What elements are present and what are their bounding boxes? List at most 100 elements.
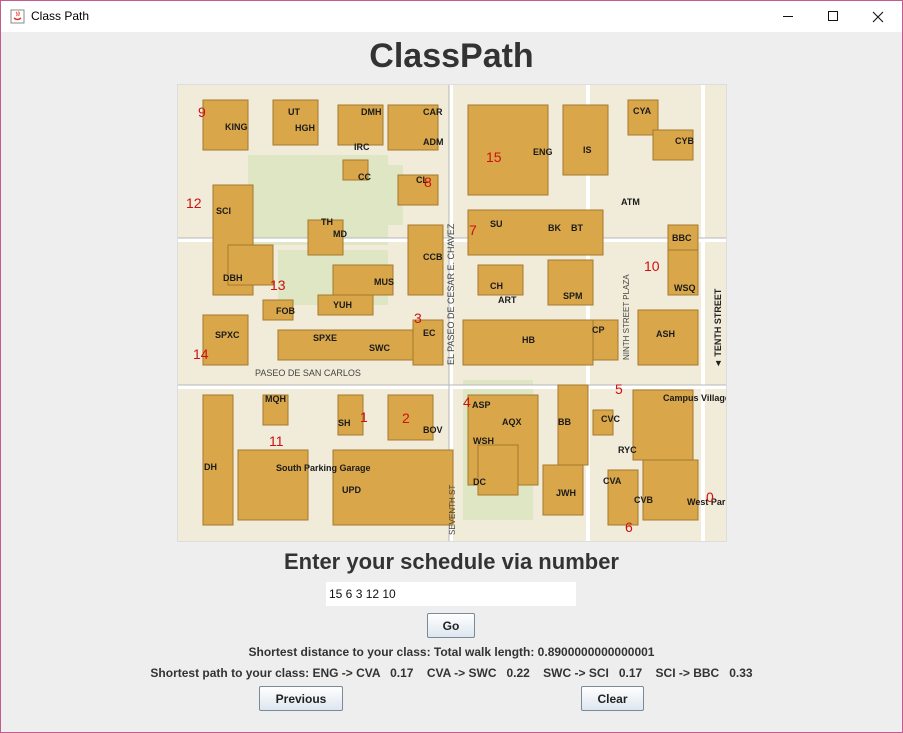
node-number-label: 9 [198,104,206,120]
distance-text: Shortest distance to your class: Total w… [248,645,655,659]
node-number-label: 4 [463,394,471,410]
building-footprint [642,459,699,521]
building-label: UT [288,107,300,117]
building-label: CYB [675,136,695,146]
building-label: BOV [423,425,443,435]
close-icon [872,11,884,22]
building-label: UPD [342,485,362,495]
building-label: CAR [423,107,443,117]
campus-map: KING UT HGH DMH IRC CAR ADM CC CL ENG IS CYA CYB ATM S… [177,84,727,542]
node-number-label: 13 [270,277,286,293]
building-label: TH [321,217,333,227]
node-number-label: 15 [486,149,502,165]
building-label: WSQ [674,283,696,293]
street-label-seventh: SEVENTH ST [448,485,457,535]
path-text: Shortest path to your class: ENG -> CVA … [150,666,753,680]
content-pane: ClassPath KING UT HGH DMH IRC CAR ADM CC… [1,32,902,732]
building-footprint [202,314,249,366]
building-label: BBC [672,233,692,243]
node-number-label: 10 [644,258,660,274]
node-number-label: 8 [424,174,432,190]
building-label: SWC [369,343,390,353]
building-label: HB [522,335,535,345]
building-label: ADM [423,137,444,147]
building-footprint [562,104,609,176]
building-label: DH [204,462,217,472]
street-label-tenth: ◄ TENTH STREET [713,288,723,368]
maximize-button[interactable] [810,1,856,32]
close-button[interactable] [855,1,901,32]
building-label: RYC [618,445,637,455]
node-number-label: 2 [402,410,410,426]
building-label: SH [338,418,351,428]
building-footprint [412,319,444,366]
building-label: CVA [603,476,622,486]
node-number-label: 6 [625,519,633,535]
building-label: ENG [533,147,553,157]
building-label: DMH [361,107,382,117]
schedule-prompt: Enter your schedule via number [284,549,619,574]
building-label: SCI [216,206,231,216]
building-footprint [202,394,234,526]
node-number-label: 1 [360,409,368,425]
building-label: WSH [473,436,494,446]
building-label: BT [571,223,583,233]
building-label: CC [358,172,371,182]
building-label: Campus Village [663,393,726,403]
street-label-ninth: NINTH STREET PLAZA [622,274,631,360]
building-label: CVC [601,414,621,424]
java-app-icon [10,9,25,24]
building-label: EC [423,328,436,338]
building-label: CVB [634,495,654,505]
building-label: ASH [656,329,675,339]
building-label: AQX [502,417,522,427]
minimize-button[interactable] [765,1,811,32]
window-title: Class Path [31,9,90,23]
node-number-label: 11 [269,433,284,449]
building-footprint [237,449,309,521]
building-label: CP [592,325,605,335]
building-label: SPXE [313,333,337,343]
building-label: MQH [265,394,286,404]
building-label: ASP [472,400,491,410]
building-footprint [277,329,419,361]
node-number-label: 3 [414,310,422,326]
minimize-icon [782,16,793,17]
building-label: CYA [633,106,652,116]
title-bar: Class Path [1,1,902,32]
building-label: SPM [563,291,583,301]
building-label: BB [558,417,571,427]
building-label: YUH [333,300,352,310]
schedule-input[interactable] [326,582,576,606]
building-label: DBH [223,273,243,283]
building-label: DC [473,477,486,487]
building-label: HGH [295,123,315,133]
building-label: IS [583,145,592,155]
building-label: CH [490,281,503,291]
app-title: ClassPath [369,37,534,75]
building-footprint [477,444,519,496]
building-label: FOB [276,306,295,316]
maximize-icon [827,11,838,21]
street-label-paseo-carlos: PASEO DE SAN CARLOS [255,368,361,378]
building-label: South Parking Garage [276,463,371,473]
app-window: Class Path ClassPath KING UT HGH DMH IRC… [0,0,903,733]
campus-map-image: KINGUTHGHDMHIRCCARADMCC CLENG ISCYACYBATMS… [178,85,726,541]
node-number-label: 14 [193,346,209,362]
clear-button[interactable]: Clear [581,686,644,711]
building-label: ART [498,295,517,305]
building-label: SPXC [215,330,240,340]
building-label: KING [225,122,248,132]
node-number-label: 12 [186,195,202,211]
building-label: SU [490,219,503,229]
previous-button[interactable]: Previous [259,686,343,711]
building-label: CCB [423,252,443,262]
building-label: IRC [354,142,370,152]
street-label-paseo-chavez: EL PASEO DE CESAR E. CHAVEZ [446,223,456,365]
node-number-label: 7 [469,222,477,238]
node-number-label: 0 [706,489,714,505]
node-number-label: 5 [615,381,623,397]
go-button[interactable]: Go [427,613,475,638]
building-label: ATM [621,197,640,207]
building-label: MD [333,229,347,239]
